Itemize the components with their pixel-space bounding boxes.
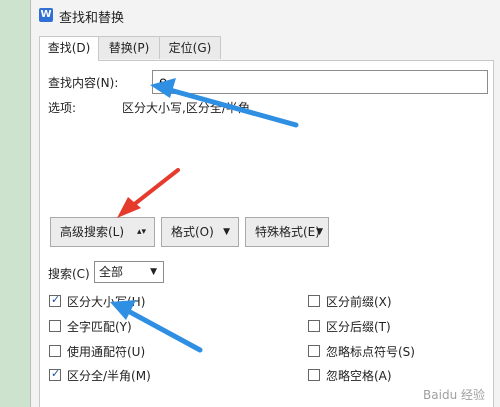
checkbox-ignore-punctuation[interactable] <box>308 345 320 357</box>
advanced-search-label: 高级搜索(L) <box>60 225 125 239</box>
tab-replace[interactable]: 替换(P) <box>98 36 160 59</box>
format-label: 格式(O) <box>171 225 214 239</box>
options-summary: 区分大小写,区分全/半角 <box>122 101 250 115</box>
option-ignore-spaces-label: 忽略空格(A) <box>326 369 392 383</box>
dialog-title: 查找和替换 <box>59 11 125 26</box>
format-button[interactable]: 格式(O) ▼ <box>161 217 239 247</box>
search-scope-select[interactable]: 全部 ▼ <box>94 261 164 283</box>
option-match-case-label: 区分大小写(H) <box>67 295 146 309</box>
option-match-prefix-label: 区分前缀(X) <box>326 295 392 309</box>
background-document-area <box>0 0 30 407</box>
title-bar: W 查找和替换 <box>31 0 500 30</box>
checkbox-match-case[interactable]: ✓ <box>49 293 61 307</box>
option-match-suffix-label: 区分后缀(T) <box>326 320 391 334</box>
find-replace-dialog: W 查找和替换 查找(D) 替换(P) 定位(G) 查找内容(N): 选项: 区… <box>30 0 500 407</box>
checkbox-match-suffix[interactable] <box>308 320 320 332</box>
find-content-label: 查找内容(N): <box>48 76 119 90</box>
checkbox-match-prefix[interactable] <box>308 295 320 307</box>
tab-find[interactable]: 查找(D) <box>39 36 99 61</box>
dropdown-arrow-icon: ▼ <box>223 227 230 237</box>
search-scope-value: 全部 <box>99 265 124 279</box>
advanced-search-button[interactable]: 高级搜索(L) ▴▾ <box>50 217 155 247</box>
search-scope-label: 搜索(C) <box>48 267 90 281</box>
checkbox-match-width[interactable]: ✓ <box>49 367 61 381</box>
checkbox-ignore-spaces[interactable] <box>308 369 320 381</box>
option-ignore-punctuation-label: 忽略标点符号(S) <box>326 345 415 359</box>
checkbox-wildcards[interactable] <box>49 345 61 357</box>
find-panel: 查找内容(N): 选项: 区分大小写,区分全/半角 高级搜索(L) ▴▾ 格式(… <box>39 60 494 407</box>
option-wildcards-label: 使用通配符(U) <box>67 345 146 359</box>
watermark: Baidu 经验 <box>423 388 485 402</box>
collapse-arrow-icon: ▴▾ <box>136 227 146 237</box>
find-content-input[interactable] <box>152 70 488 94</box>
chevron-down-icon: ▼ <box>150 267 157 277</box>
options-label: 选项: <box>48 101 77 115</box>
special-format-button[interactable]: 特殊格式(E) ▼ <box>245 217 329 247</box>
wps-writer-icon: W <box>39 8 53 22</box>
check-icon: ✓ <box>51 293 61 306</box>
option-whole-word-label: 全字匹配(Y) <box>67 320 132 334</box>
option-match-width-label: 区分全/半角(M) <box>67 369 151 383</box>
dropdown-arrow-icon: ▼ <box>316 227 323 237</box>
check-icon: ✓ <box>51 367 61 380</box>
tab-goto[interactable]: 定位(G) <box>159 36 221 59</box>
special-format-label: 特殊格式(E) <box>255 225 320 239</box>
checkbox-whole-word[interactable] <box>49 320 61 332</box>
